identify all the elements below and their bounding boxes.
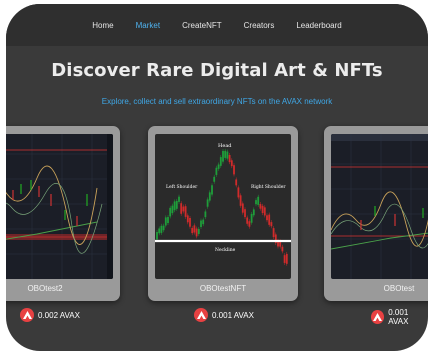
chart-candle <box>255 200 257 205</box>
chart-candle <box>206 199 209 207</box>
nft-card[interactable]: OBOtest <box>324 126 428 301</box>
chart-candle <box>162 225 165 231</box>
chart-candle <box>259 204 262 209</box>
chart-candle <box>195 228 198 237</box>
chart-candle <box>213 176 216 182</box>
avax-logo-icon <box>371 310 385 324</box>
chart-candle <box>184 206 187 217</box>
chart-candle <box>169 207 172 217</box>
price-tag: 0.001 AVAX <box>194 308 254 322</box>
chart-candle <box>204 211 207 218</box>
nft-name: OBOtest <box>383 284 415 293</box>
chart-candle <box>211 185 213 195</box>
nav-home[interactable]: Home <box>81 21 124 30</box>
price-value: 0.001 AVAX <box>212 310 254 320</box>
chart-candle <box>272 228 275 238</box>
chart-candle <box>270 222 273 227</box>
chart-candle <box>164 217 167 226</box>
price-value: 0.002 AVAX <box>38 310 80 320</box>
chart-candle <box>237 187 240 198</box>
chart-candle <box>202 219 205 225</box>
chart-candle <box>156 231 158 240</box>
nft-image: Head Left Shoulder Right Shoulder Neckli… <box>155 134 291 279</box>
nft-card[interactable]: Head Left Shoulder Right Shoulder Neckli… <box>148 126 298 301</box>
app-frame: Home Market CreateNFT Creators Leaderboa… <box>6 4 428 351</box>
chart-candle <box>268 214 271 225</box>
chart-candle <box>230 160 233 167</box>
chart-candle <box>175 200 178 209</box>
nav-leaderboard[interactable]: Leaderboard <box>285 21 352 30</box>
price-tag: 0.001 AVAX <box>371 308 428 326</box>
chart-candle <box>257 196 260 205</box>
chart-candle <box>173 201 176 211</box>
chart-candle <box>167 217 169 224</box>
chart-label-right-shoulder: Right Shoulder <box>251 184 286 190</box>
chart-candle <box>283 255 286 263</box>
chart-candle <box>266 215 268 221</box>
price-tag: 0.002 AVAX <box>20 308 80 322</box>
chart-candle <box>239 195 242 206</box>
chart-candle <box>215 167 218 175</box>
chart-candle <box>241 203 244 213</box>
chart-candle <box>244 209 246 218</box>
chart-candle <box>222 150 224 162</box>
chart-candle <box>193 225 196 233</box>
chart-candle <box>217 164 220 169</box>
nft-card[interactable]: OBOtest2 <box>6 126 120 301</box>
chart-candle <box>197 228 200 234</box>
chart-candle <box>224 150 227 158</box>
chart-candle <box>158 228 161 234</box>
chart-candle <box>186 215 189 223</box>
chart-candle <box>281 246 284 252</box>
nft-image <box>6 134 113 279</box>
chart-candle <box>226 151 229 159</box>
avax-logo-icon <box>20 308 34 322</box>
chart-candle <box>191 227 194 234</box>
nft-name: OBOtestNFT <box>199 284 247 293</box>
chart-candle <box>180 203 183 214</box>
nav-market[interactable]: Market <box>125 21 171 30</box>
price-value: 0.001 AVAX <box>388 308 409 326</box>
avax-logo-icon <box>194 308 208 322</box>
page-subtitle: Explore, collect and sell extraordinary … <box>101 97 333 106</box>
top-nav: Home Market CreateNFT Creators Leaderboa… <box>6 4 428 46</box>
page-title: Discover Rare Digital Art & NFTs <box>51 60 383 81</box>
nav-create-nft[interactable]: CreateNFT <box>171 21 233 30</box>
chart-label-head: Head <box>218 143 232 149</box>
chart-candle <box>228 154 231 163</box>
chart-candle <box>171 205 174 214</box>
chart-candle <box>219 157 222 166</box>
chart-candle <box>250 213 253 223</box>
chart-candle <box>261 205 264 214</box>
chart-candle <box>235 179 238 186</box>
chart-candle <box>208 192 211 201</box>
nft-name: OBOtest2 <box>27 284 63 293</box>
chart-candle <box>160 225 163 233</box>
chart-candle <box>248 221 251 227</box>
nft-image <box>331 134 428 279</box>
chart-candle <box>233 165 235 175</box>
chart-candle <box>285 253 288 264</box>
nav-creators[interactable]: Creators <box>233 21 286 30</box>
chart-label-neckline: Neckline <box>215 247 236 253</box>
chart-candle <box>252 209 255 216</box>
chart-candle <box>279 241 282 247</box>
chart-candle <box>263 207 266 216</box>
chart-candle <box>178 196 180 202</box>
chart-candle <box>182 206 185 212</box>
chart-candle <box>189 218 191 227</box>
chart-candle <box>246 217 249 224</box>
chart-candle <box>200 220 202 227</box>
chart-label-left-shoulder: Left Shoulder <box>166 184 198 190</box>
